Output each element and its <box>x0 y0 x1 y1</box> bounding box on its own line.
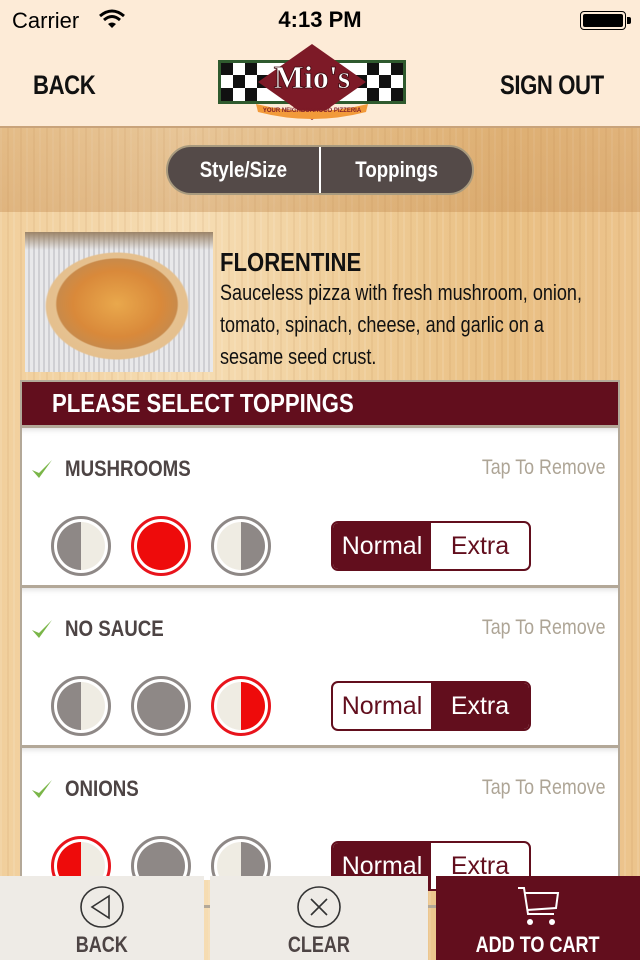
coverage-whole-button[interactable] <box>131 516 191 576</box>
clear-button[interactable]: CLEAR <box>210 876 428 960</box>
amount-normal-button[interactable]: Normal <box>333 523 431 569</box>
tab-toppings[interactable]: Toppings <box>321 147 472 193</box>
clear-x-icon <box>297 886 341 928</box>
footer-toolbar: BACK CLEAR ADD TO CART <box>0 876 640 960</box>
toppings-panel-header: PLEASE SELECT TOPPINGS <box>22 382 618 428</box>
topping-name: NO SAUCE <box>65 616 164 641</box>
add-to-cart-button[interactable]: ADD TO CART <box>436 876 640 960</box>
status-bar: Carrier 4:13 PM <box>0 0 640 40</box>
tab-style-size[interactable]: Style/Size <box>168 147 319 193</box>
footer-back-button[interactable]: BACK <box>0 876 204 960</box>
pizza-photo <box>25 232 213 372</box>
checkmark-icon <box>32 780 52 798</box>
header-back-button[interactable]: BACK <box>33 70 96 101</box>
coverage-right-half-button[interactable] <box>211 516 271 576</box>
clear-label: CLEAR <box>287 932 351 957</box>
add-to-cart-label: ADD TO CART <box>476 932 600 957</box>
item-title: FLORENTINE <box>220 247 362 277</box>
tap-to-remove-button[interactable]: Tap To Remove <box>482 456 606 480</box>
battery-icon <box>580 11 631 30</box>
toppings-panel: PLEASE SELECT TOPPINGS MUSHROOMS Tap To … <box>20 380 620 908</box>
amount-extra-button[interactable]: Extra <box>431 683 529 729</box>
header: Carrier 4:13 PM BACK Mio's YOUR NEIGHBOR… <box>0 0 640 128</box>
amount-toggle: Normal Extra <box>331 681 531 731</box>
topping-name: MUSHROOMS <box>65 456 191 481</box>
topping-name: ONIONS <box>65 776 139 801</box>
svg-text:YOUR NEIGHBORHOOD PIZZERIA: YOUR NEIGHBORHOOD PIZZERIA <box>263 108 362 114</box>
item-description: Sauceless pizza with fresh mushroom, oni… <box>220 280 582 369</box>
topping-row: MUSHROOMS Tap To Remove Normal Extra <box>22 428 618 588</box>
sign-out-button[interactable]: SIGN OUT <box>500 70 604 101</box>
tap-to-remove-button[interactable]: Tap To Remove <box>482 616 606 640</box>
clock: 4:13 PM <box>278 7 362 32</box>
coverage-whole-button[interactable] <box>131 676 191 736</box>
checkmark-icon <box>32 460 52 478</box>
footer-back-label: BACK <box>75 932 129 957</box>
svg-text:Mio's: Mio's <box>274 59 350 95</box>
tap-to-remove-button[interactable]: Tap To Remove <box>482 776 606 800</box>
shopping-cart-icon <box>518 887 560 925</box>
mios-logo: Mio's YOUR NEIGHBORHOOD PIZZERIA <box>218 44 406 120</box>
amount-extra-button[interactable]: Extra <box>431 523 529 569</box>
amount-toggle: Normal Extra <box>331 521 531 571</box>
coverage-right-half-button[interactable] <box>211 676 271 736</box>
amount-normal-button[interactable]: Normal <box>333 683 431 729</box>
coverage-left-half-button[interactable] <box>51 676 111 736</box>
segmented-tabs: Style/Size Toppings <box>166 145 474 195</box>
coverage-left-half-button[interactable] <box>51 516 111 576</box>
topping-row: NO SAUCE Tap To Remove Normal Extra <box>22 588 618 748</box>
back-arrow-icon <box>80 886 124 928</box>
checkmark-icon <box>32 620 52 638</box>
